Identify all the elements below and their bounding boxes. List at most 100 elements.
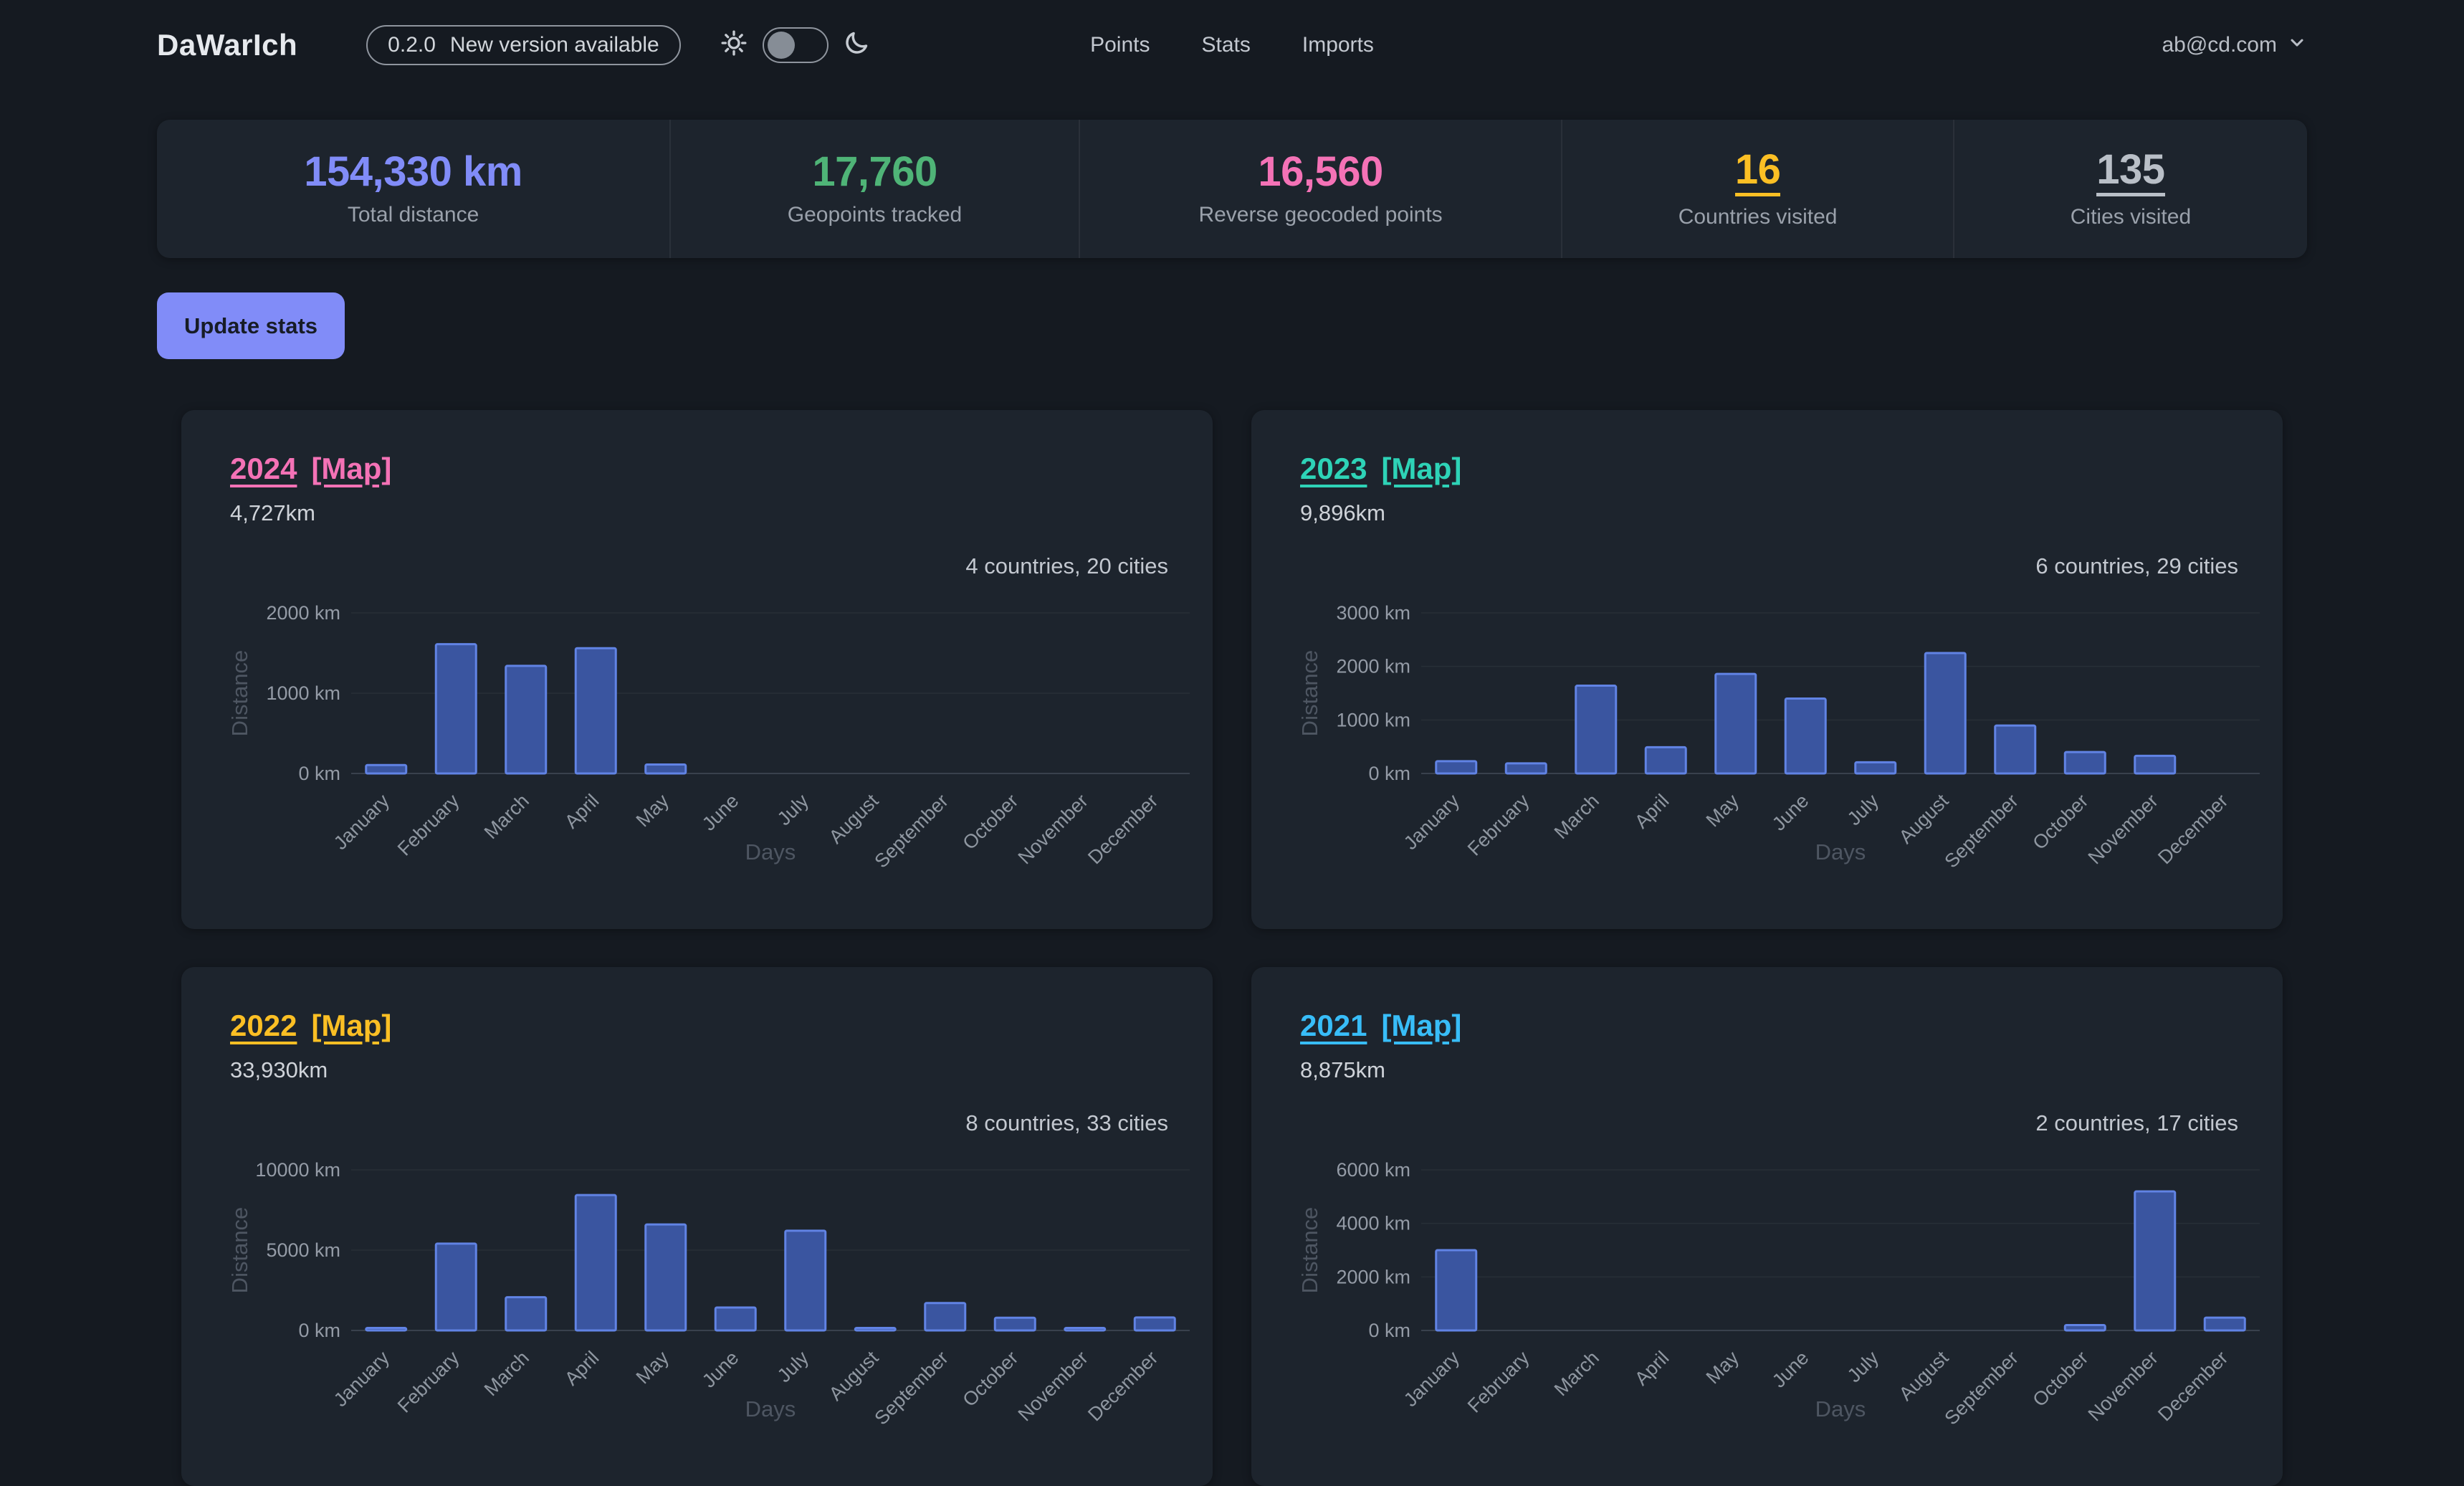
year-card-2023: 2023 [Map] 9,896km 6 countries, 29 citie… xyxy=(1251,410,2283,929)
page: DaWarIch 0.2.0 New version available xyxy=(157,0,2307,1486)
svg-text:May: May xyxy=(1702,1347,1744,1389)
svg-text:April: April xyxy=(560,1347,603,1389)
svg-text:3000 km: 3000 km xyxy=(1336,604,1410,624)
countries-visited-link[interactable]: 16 xyxy=(1735,148,1781,197)
svg-text:December: December xyxy=(1084,1347,1162,1425)
year-summary: 2 countries, 17 cities xyxy=(2035,1110,2238,1136)
svg-text:July: July xyxy=(773,1347,813,1387)
theme-toggle-knob xyxy=(768,32,795,59)
svg-text:June: June xyxy=(698,1347,743,1392)
svg-text:December: December xyxy=(2154,1347,2232,1425)
stat-value: 154,330 km xyxy=(304,151,522,194)
svg-text:September: September xyxy=(870,790,952,872)
svg-text:2000 km: 2000 km xyxy=(266,604,340,624)
svg-text:2000 km: 2000 km xyxy=(1336,1266,1410,1287)
year-summary: 6 countries, 29 cities xyxy=(2035,553,2238,579)
year-card-2022: 2022 [Map] 33,930km 8 countries, 33 citi… xyxy=(181,967,1213,1486)
svg-text:2000 km: 2000 km xyxy=(1336,656,1410,677)
svg-text:December: December xyxy=(2154,790,2232,868)
svg-text:1000 km: 1000 km xyxy=(1336,709,1410,730)
map-link[interactable]: [Map] xyxy=(311,1009,391,1043)
svg-text:July: July xyxy=(1843,1347,1883,1387)
svg-text:0 km: 0 km xyxy=(1368,1320,1410,1341)
version-badge[interactable]: 0.2.0 New version available xyxy=(366,25,681,65)
svg-text:Distance: Distance xyxy=(227,650,252,737)
svg-text:June: June xyxy=(1768,790,1813,835)
monthly-distance-chart: 0 km5000 km10000 kmDistanceDaysJanuaryFe… xyxy=(181,1161,1213,1462)
year-link[interactable]: 2021 xyxy=(1300,1009,1367,1043)
year-distance: 4,727km xyxy=(181,486,1213,526)
year-distance: 8,875km xyxy=(1251,1043,2283,1083)
svg-text:October: October xyxy=(2028,1347,2092,1411)
year-distance: 33,930km xyxy=(181,1043,1213,1083)
year-link[interactable]: 2024 xyxy=(230,452,297,486)
cities-visited-link[interactable]: 135 xyxy=(2096,148,2164,197)
stat-cities-visited: 135 Cities visited xyxy=(1953,120,2307,258)
stat-total-distance: 154,330 km Total distance xyxy=(157,120,669,258)
svg-text:September: September xyxy=(1940,1347,2023,1429)
stat-label: Cities visited xyxy=(2071,205,2191,229)
svg-text:Days: Days xyxy=(1815,839,1866,865)
stat-label: Geopoints tracked xyxy=(788,203,962,227)
svg-text:10000 km: 10000 km xyxy=(255,1161,340,1181)
svg-text:November: November xyxy=(1014,1347,1092,1425)
nav-imports[interactable]: Imports xyxy=(1302,33,1374,57)
year-summary: 8 countries, 33 cities xyxy=(965,1110,1168,1136)
monthly-distance-chart: 0 km1000 km2000 kmDistanceDaysJanuaryFeb… xyxy=(181,604,1213,905)
svg-text:August: August xyxy=(825,790,883,848)
svg-text:1000 km: 1000 km xyxy=(266,682,340,704)
map-link[interactable]: [Map] xyxy=(311,452,391,486)
svg-text:November: November xyxy=(1014,790,1092,868)
version-number: 0.2.0 xyxy=(388,33,436,57)
main-nav: Points Stats Imports xyxy=(1090,33,1374,57)
app-header: DaWarIch 0.2.0 New version available xyxy=(157,0,2307,90)
svg-text:4000 km: 4000 km xyxy=(1336,1213,1410,1234)
svg-text:October: October xyxy=(2028,790,2092,854)
svg-text:June: June xyxy=(698,790,743,835)
year-cards-grid: 2024 [Map] 4,727km 4 countries, 20 citie… xyxy=(181,410,2283,1486)
nav-points[interactable]: Points xyxy=(1090,33,1150,57)
version-message: New version available xyxy=(450,33,659,57)
svg-text:March: March xyxy=(1550,1347,1603,1400)
year-card-2024: 2024 [Map] 4,727km 4 countries, 20 citie… xyxy=(181,410,1213,929)
sun-icon xyxy=(720,29,748,61)
svg-text:May: May xyxy=(1702,790,1744,832)
stat-value: 16,560 xyxy=(1258,151,1383,194)
year-distance: 9,896km xyxy=(1251,486,2283,526)
map-link[interactable]: [Map] xyxy=(1381,1009,1461,1043)
user-email: ab@cd.com xyxy=(2162,33,2277,57)
svg-text:October: October xyxy=(958,790,1022,854)
svg-text:January: January xyxy=(330,1347,393,1411)
chevron-down-icon xyxy=(2287,32,2307,58)
svg-text:0 km: 0 km xyxy=(298,763,340,784)
svg-text:March: March xyxy=(1550,790,1603,843)
svg-text:April: April xyxy=(1630,790,1673,832)
svg-text:Distance: Distance xyxy=(227,1207,252,1294)
svg-text:June: June xyxy=(1768,1347,1813,1392)
svg-text:Days: Days xyxy=(745,1396,796,1421)
year-link[interactable]: 2023 xyxy=(1300,452,1367,486)
svg-text:February: February xyxy=(393,1347,464,1417)
map-link[interactable]: [Map] xyxy=(1381,452,1461,486)
svg-text:October: October xyxy=(958,1347,1022,1411)
card-heading: 2024 [Map] xyxy=(181,410,1213,486)
svg-text:May: May xyxy=(632,1347,674,1389)
svg-text:January: January xyxy=(1400,1347,1463,1411)
user-menu[interactable]: ab@cd.com xyxy=(2162,32,2307,58)
card-heading: 2021 [Map] xyxy=(1251,967,2283,1043)
app-logo[interactable]: DaWarIch xyxy=(157,28,297,62)
year-link[interactable]: 2022 xyxy=(230,1009,297,1043)
stat-label: Reverse geocoded points xyxy=(1198,203,1442,227)
year-summary: 4 countries, 20 cities xyxy=(965,553,1168,579)
svg-text:February: February xyxy=(393,790,464,860)
theme-toggle[interactable] xyxy=(763,27,829,63)
svg-text:July: July xyxy=(1843,790,1883,830)
stat-label: Total distance xyxy=(348,203,479,227)
svg-text:December: December xyxy=(1084,790,1162,868)
nav-stats[interactable]: Stats xyxy=(1201,33,1250,57)
stat-geopoints: 17,760 Geopoints tracked xyxy=(669,120,1079,258)
stat-reverse-geocoded: 16,560 Reverse geocoded points xyxy=(1079,120,1561,258)
update-stats-button[interactable]: Update stats xyxy=(157,292,345,359)
svg-text:0 km: 0 km xyxy=(1368,763,1410,784)
svg-text:August: August xyxy=(825,1347,883,1405)
